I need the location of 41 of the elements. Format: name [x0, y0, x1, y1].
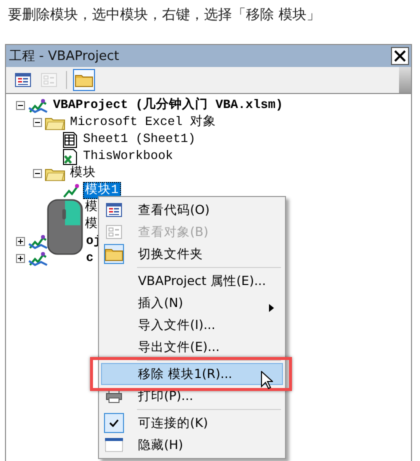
worksheet-icon [62, 132, 78, 148]
menu-item[interactable]: 可连接的(K) [101, 412, 283, 434]
collapse-icon[interactable] [33, 169, 42, 178]
toggle-folders-button[interactable] [73, 69, 95, 91]
folder-icon [45, 116, 65, 130]
workbook-icon [62, 148, 78, 164]
tree-item[interactable]: 模块 [68, 165, 98, 182]
window-icon [104, 435, 124, 455]
collapse-icon[interactable] [16, 101, 25, 110]
project-icon [28, 234, 48, 250]
project-icon [28, 98, 48, 114]
mouse-drawing [47, 199, 83, 255]
tree-item[interactable]: ThisWorkbook [81, 148, 176, 165]
collapse-icon[interactable] [33, 118, 42, 127]
window-title: 工程 - VBAProject [9, 48, 120, 65]
tree-item[interactable]: VBAProject (几分钟入门 VBA.xlsm) [51, 97, 286, 114]
close-button[interactable] [391, 47, 409, 65]
tree-item[interactable]: 模 [83, 199, 100, 216]
tree-item[interactable]: Sheet1 (Sheet1) [81, 131, 198, 148]
code-window-icon [104, 200, 124, 220]
menu-item[interactable]: 切换文件夹 [101, 243, 283, 265]
menu-item[interactable]: 导入文件(I)... [101, 314, 283, 336]
caption-text: 要删除模块，选中模块，右键，选择「移除 模块」 [8, 7, 320, 23]
tree-item[interactable]: 模 [83, 216, 100, 233]
object-icon [104, 222, 124, 242]
expand-icon[interactable] [16, 237, 25, 246]
menu-item[interactable]: 隐藏(H) [101, 434, 283, 456]
tree-item[interactable]: Microsoft Excel 对象 [68, 114, 218, 131]
menu-item[interactable]: 打印(P)... [101, 385, 283, 407]
menu-item[interactable]: 插入(N) [101, 292, 283, 314]
menu-item[interactable]: 查看代码(O) [101, 199, 283, 221]
folder-icon [45, 166, 65, 180]
menu-item[interactable]: 移除 模块1(R)... [101, 363, 283, 385]
menu-item[interactable]: 导出文件(E)... [101, 336, 283, 358]
menu-item[interactable]: VBAProject 属性(E)... [101, 270, 283, 292]
folder-icon [104, 244, 124, 264]
cursor-icon [261, 371, 273, 389]
module-icon [62, 182, 80, 198]
tree-item[interactable]: c [84, 250, 96, 267]
expand-icon[interactable] [16, 254, 25, 263]
project-icon [28, 250, 48, 266]
